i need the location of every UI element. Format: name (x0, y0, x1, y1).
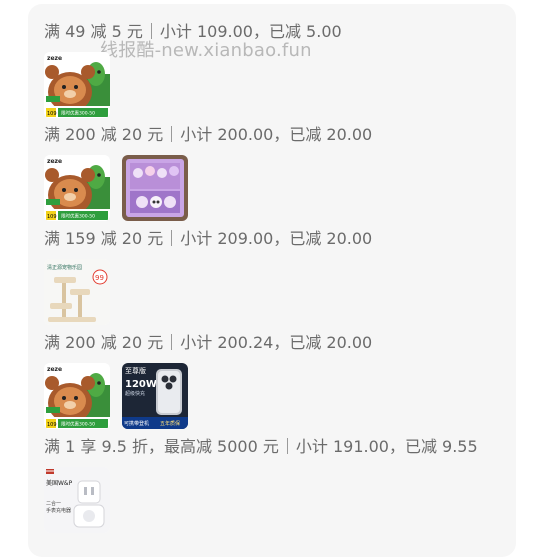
product-thumbnail[interactable]: 至尊版 120W 超级快充 可携带登机 五年质保 (122, 363, 188, 429)
promo-group-header: 满 159 减 20 元小计 209.00，已减 20.00 (44, 227, 372, 251)
feature-text-2: 手表充电器 (46, 507, 71, 514)
price-badge: 109 (47, 214, 57, 220)
promo-group-header: 满 200 减 20 元小计 200.00，已减 20.00 (44, 123, 372, 147)
subtotal-text: 小计 200.00，已减 20.00 (180, 125, 373, 144)
divider (171, 126, 173, 142)
plush-toy-bear-icon: 109 限时优惠300-50 zeze (44, 363, 110, 429)
product-thumbnail[interactable]: 109 限时优惠300-50 zeze (44, 363, 110, 429)
divider (150, 23, 152, 39)
price-badge: 99 (95, 274, 104, 282)
brand-logo: 美国W&P (46, 479, 73, 487)
phone-charger-icon: 至尊版 120W 超级快充 可携带登机 五年质保 (122, 363, 188, 429)
brand-tag: 清正源宠物乐园 (47, 264, 82, 271)
promo-rule: 满 1 享 9.5 折，最高减 5000 元 (44, 437, 279, 456)
subtotal-text: 小计 109.00，已减 5.00 (159, 22, 342, 41)
product-thumbnail[interactable]: 美国W&P 二合一 手表充电器 (44, 467, 110, 533)
feature-text: 二合一 (46, 500, 61, 507)
subtotal-text: 小计 209.00，已减 20.00 (180, 229, 373, 248)
subtotal-text: 小计 200.24，已减 20.00 (180, 333, 373, 352)
promo-group-header: 满 200 减 20 元小计 200.24，已减 20.00 (44, 331, 372, 355)
price-badge: 109 (47, 422, 57, 428)
price-badge: 109 (47, 111, 57, 117)
promo-group-header: 满 1 享 9.5 折，最高减 5000 元小计 191.00，已减 9.55 (44, 435, 478, 459)
product-thumbnail[interactable]: 清正源宠物乐园 99 (44, 259, 110, 325)
power-rating: 120W (125, 379, 157, 390)
product-thumbnail[interactable]: 109 限时优惠300-50 zeze (44, 52, 110, 118)
charger-adapter-icon: 美国W&P 二合一 手表充电器 (44, 467, 110, 533)
product-thumbnail[interactable]: 109 限时优惠300-50 zeze (44, 155, 110, 221)
promo-rule: 满 159 减 20 元 (44, 229, 164, 248)
plush-toy-bear-icon: 109 限时优惠300-50 zeze (44, 155, 110, 221)
promo-rule: 满 200 减 20 元 (44, 333, 164, 352)
divider (286, 438, 288, 454)
warranty-text: 五年质保 (160, 420, 180, 427)
divider (171, 230, 173, 246)
ribbon-text: 限时优惠300-50 (61, 110, 95, 117)
toy-gift-box-icon (122, 155, 188, 221)
brand-logo: zeze (47, 55, 62, 62)
ribbon-text: 限时优惠300-50 (61, 213, 95, 220)
brand-logo: zeze (47, 366, 62, 373)
promo-rule: 满 200 减 20 元 (44, 125, 164, 144)
feature-text: 超级快充 (125, 390, 145, 397)
cat-tree-icon: 清正源宠物乐园 99 (44, 259, 110, 325)
product-title: 至尊版 (125, 366, 146, 375)
divider (171, 334, 173, 350)
plush-toy-bear-icon: 109 限时优惠300-50 zeze (44, 52, 110, 118)
promo-text: 可携带登机 (124, 420, 149, 427)
ribbon-text: 限时优惠300-50 (61, 421, 95, 428)
subtotal-text: 小计 191.00，已减 9.55 (295, 437, 478, 456)
brand-logo: zeze (47, 158, 62, 165)
promo-rule: 满 49 减 5 元 (44, 22, 143, 41)
promo-group-header: 满 49 减 5 元小计 109.00，已减 5.00 (44, 20, 342, 44)
product-thumbnail[interactable] (122, 155, 188, 221)
